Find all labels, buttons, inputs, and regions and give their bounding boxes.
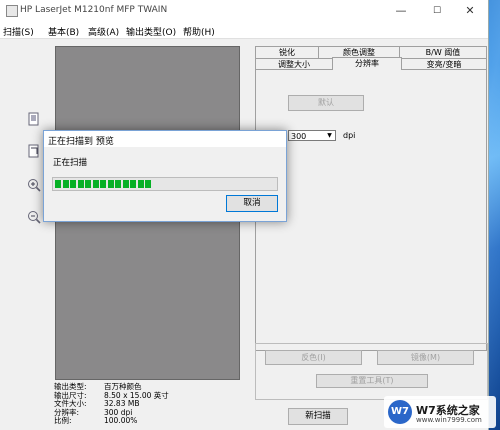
- scan-info: 输出类型: 百万种颜色 输出尺寸: 8.50 x 15.00 英寸 文件大小: 32.…: [54, 382, 169, 426]
- progress-segment: [55, 180, 61, 188]
- cancel-button[interactable]: 取消: [226, 195, 278, 212]
- menu-bar: 扫描(S) 基本(B) 高级(A) 输出类型(O) 帮助(H): [0, 22, 488, 39]
- progress-segment: [107, 180, 114, 188]
- minimize-button[interactable]: —: [383, 2, 419, 20]
- progress-segment: [115, 180, 121, 188]
- zoom-out-icon[interactable]: [27, 210, 41, 224]
- menu-basic[interactable]: 基本(B): [48, 25, 79, 38]
- progress-segment: [100, 180, 106, 188]
- site-watermark: W7 W7系统之家 www.win7999.com: [384, 396, 496, 428]
- resolution-panel: [255, 69, 487, 351]
- progress-segment: [137, 180, 144, 188]
- menu-output-type[interactable]: 输出类型(O): [126, 25, 176, 38]
- dialog-title: 正在扫描到 预览: [48, 137, 114, 147]
- crop-icon[interactable]: [27, 144, 41, 158]
- progress-segment: [77, 180, 84, 188]
- default-button[interactable]: 默认: [288, 95, 364, 111]
- mirror-button[interactable]: 镜像(M): [377, 350, 474, 365]
- settings-tabs: 锐化 颜色调整 B/W 阈值 调整大小 分辨率 变亮/变暗: [255, 44, 487, 351]
- menu-advanced[interactable]: 高级(A): [88, 25, 119, 38]
- tab-bw-threshold[interactable]: B/W 阈值: [399, 46, 487, 58]
- app-icon: [6, 5, 18, 17]
- watermark-url: www.win7999.com: [416, 416, 482, 424]
- menu-scan[interactable]: 扫描(S): [3, 25, 34, 38]
- window-title: HP LaserJet M1210nf MFP TWAIN: [20, 5, 168, 15]
- progress-segment: [70, 180, 76, 188]
- page-select-icon[interactable]: [27, 112, 41, 126]
- reset-tools-button[interactable]: 重置工具(T): [316, 374, 428, 388]
- tab-resolution[interactable]: 分辨率: [332, 57, 402, 70]
- dpi-select[interactable]: 300 ▼: [288, 130, 336, 141]
- scan-progress-bar: [52, 177, 278, 191]
- progress-segment: [92, 180, 99, 188]
- maximize-button[interactable]: ☐: [419, 2, 455, 20]
- chevron-down-icon: ▼: [327, 132, 332, 139]
- zoom-in-icon[interactable]: [27, 178, 41, 192]
- dpi-value: 300: [291, 132, 307, 141]
- progress-segment: [145, 180, 151, 188]
- dialog-title-bar[interactable]: 正在扫描到 预览: [44, 131, 286, 147]
- progress-segment: [130, 180, 136, 188]
- progress-segment: [122, 180, 129, 188]
- close-button[interactable]: ✕: [452, 2, 488, 20]
- dialog-message: 正在扫描: [53, 158, 88, 168]
- scan-progress-dialog: 正在扫描到 预览 正在扫描 取消: [43, 130, 287, 222]
- menu-help[interactable]: 帮助(H): [183, 25, 215, 38]
- info-row: 比例: 100.00%: [54, 416, 138, 425]
- title-bar[interactable]: HP LaserJet M1210nf MFP TWAIN — ☐ ✕: [0, 0, 488, 22]
- progress-segment: [62, 180, 69, 188]
- progress-segment: [85, 180, 91, 188]
- new-scan-button[interactable]: 新扫描: [288, 408, 348, 425]
- tab-sharpen[interactable]: 锐化: [255, 46, 319, 58]
- watermark-logo: W7: [388, 400, 412, 424]
- dpi-unit-label: dpi: [343, 131, 356, 140]
- invert-button[interactable]: 反色(I): [265, 350, 362, 365]
